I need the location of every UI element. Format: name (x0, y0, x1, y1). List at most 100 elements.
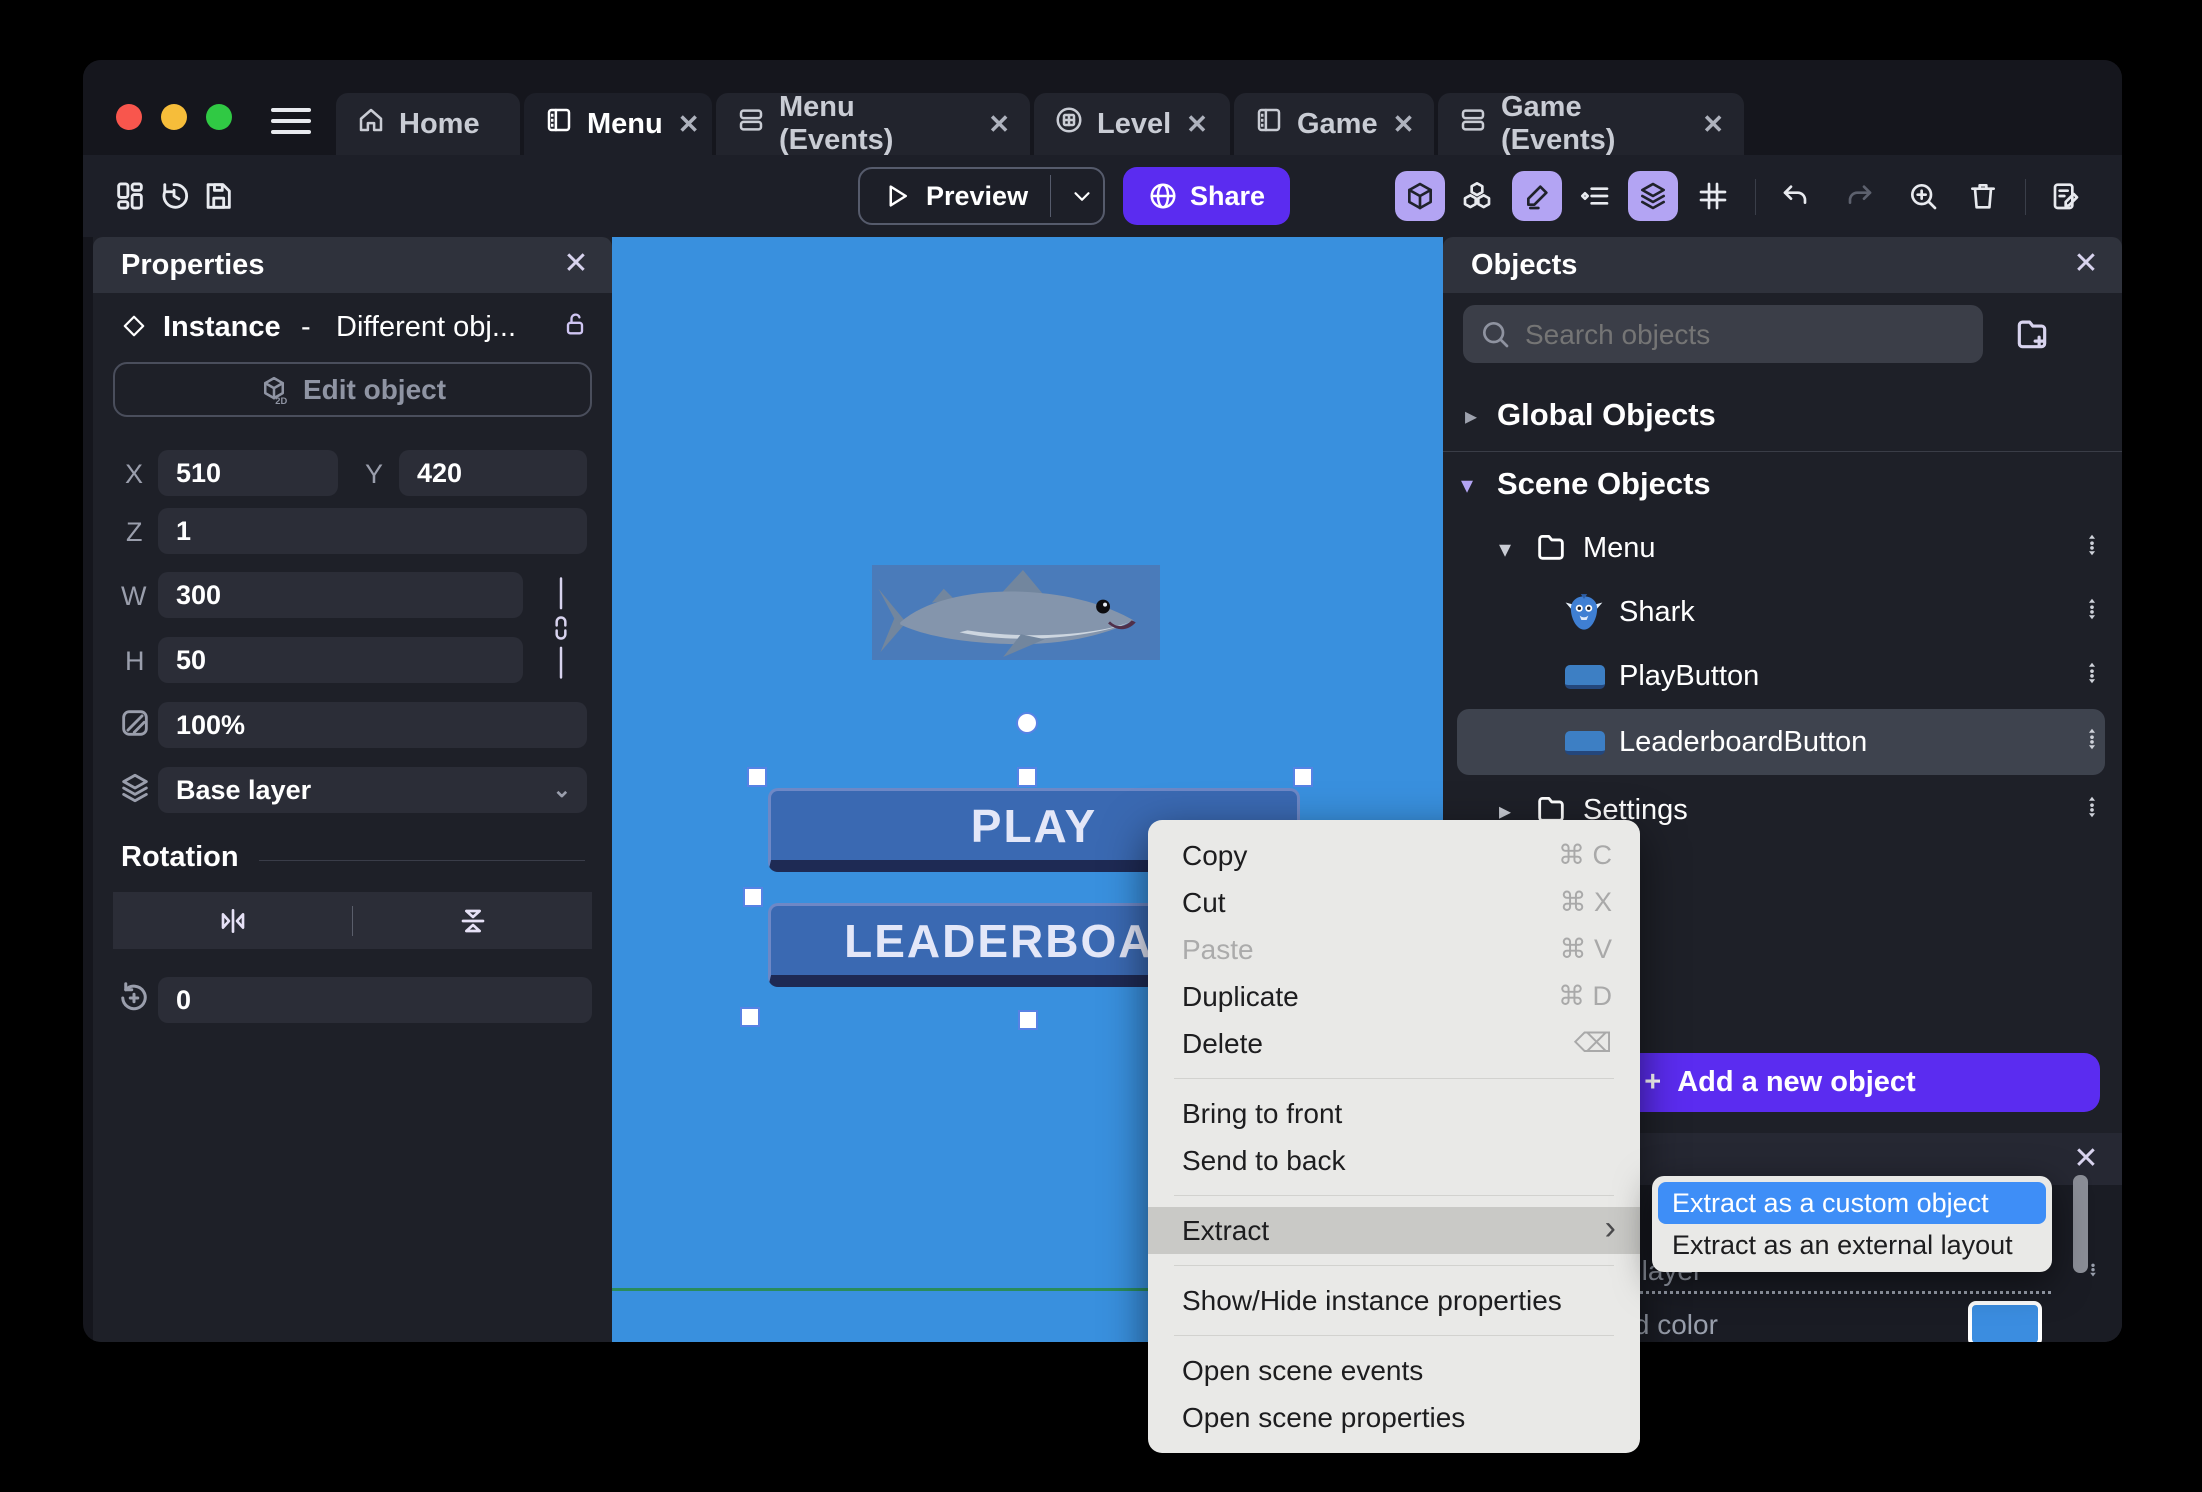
instance-list-icon[interactable] (1570, 171, 1620, 221)
menu-item-open-scene-properties[interactable]: Open scene properties (1148, 1394, 1640, 1441)
grid-icon[interactable] (1688, 171, 1738, 221)
tab-close-icon[interactable]: ✕ (678, 109, 700, 140)
main-menu-icon[interactable] (271, 108, 311, 134)
properties-title: Properties (121, 249, 265, 281)
rotation-input[interactable] (158, 977, 592, 1023)
maximize-window-button[interactable] (206, 104, 232, 130)
tab-close-icon[interactable]: ✕ (1186, 109, 1208, 140)
redo-icon[interactable] (1835, 171, 1885, 221)
history-icon[interactable] (155, 177, 193, 215)
w-label: W (121, 581, 147, 611)
rotation-handle[interactable] (1018, 714, 1036, 732)
tab-close-icon[interactable]: ✕ (1393, 109, 1415, 140)
global-objects-label[interactable]: Global Objects (1497, 397, 1716, 433)
chevron-down-icon[interactable] (1060, 183, 1104, 209)
kebab-menu-icon[interactable] (2079, 532, 2105, 558)
background-color-swatch[interactable] (1968, 1301, 2042, 1342)
edit-object-button[interactable]: 2D Edit object (113, 362, 592, 417)
tab-close-icon[interactable]: ✕ (988, 109, 1010, 140)
home-icon (356, 105, 386, 143)
menu-item-cut[interactable]: Cut ⌘ X (1148, 879, 1640, 926)
menu-item-show-hide-instance-properties[interactable]: Show/Hide instance properties (1148, 1277, 1640, 1324)
menu-item-duplicate[interactable]: Duplicate ⌘ D (1148, 973, 1640, 1020)
close-icon[interactable]: ✕ (2070, 248, 2102, 280)
tab-menu[interactable]: Menu ✕ (524, 93, 712, 155)
kebab-menu-icon[interactable] (2079, 596, 2105, 622)
tab-game[interactable]: Game ✕ (1234, 93, 1434, 155)
layer-select[interactable]: Base layer ⌄ (158, 767, 587, 813)
properties-panel: Properties ✕ Instance - Different obj...… (93, 237, 612, 1342)
menu-item-open-scene-events[interactable]: Open scene events (1148, 1347, 1640, 1394)
search-icon (1479, 318, 1511, 355)
selection-handle[interactable] (1019, 769, 1035, 785)
menu-item-bring-to-front[interactable]: Bring to front (1148, 1090, 1640, 1137)
close-icon[interactable]: ✕ (560, 248, 592, 280)
tab-close-icon[interactable]: ✕ (1702, 109, 1724, 140)
menu-item-send-to-back[interactable]: Send to back (1148, 1137, 1640, 1184)
selection-handle[interactable] (742, 1009, 758, 1025)
flip-vertical-icon[interactable] (353, 905, 592, 937)
minimize-window-button[interactable] (161, 104, 187, 130)
z-input[interactable] (158, 508, 587, 554)
unlock-icon[interactable] (560, 309, 590, 339)
kebab-menu-icon[interactable] (2079, 794, 2105, 820)
folder-icon (1533, 529, 1569, 565)
tree-item-menu[interactable]: Menu (1583, 532, 1656, 565)
menu-item-extract[interactable]: Extract › (1148, 1207, 1640, 1254)
flip-horizontal-icon[interactable] (113, 905, 352, 937)
scene-objects-label[interactable]: Scene Objects (1497, 466, 1711, 502)
tab-level[interactable]: Level ✕ (1034, 93, 1230, 155)
undo-icon[interactable] (1770, 171, 1820, 221)
trash-icon[interactable] (1958, 171, 2008, 221)
scrollbar-thumb[interactable] (2073, 1175, 2088, 1273)
edit-pencil-icon[interactable] (1512, 171, 1562, 221)
zoom-in-icon[interactable] (1898, 171, 1948, 221)
selection-handle[interactable] (1020, 1012, 1036, 1028)
menu-item-delete[interactable]: Delete ⌫ (1148, 1020, 1640, 1067)
chevron-down-icon[interactable]: ▾ (1461, 471, 1473, 500)
layers-icon[interactable] (1628, 171, 1678, 221)
divider (259, 860, 585, 861)
shark-sprite[interactable] (872, 565, 1160, 660)
search-input[interactable] (1523, 305, 1967, 365)
add-folder-icon[interactable] (2013, 315, 2051, 358)
link-dimensions-icon[interactable] (541, 572, 581, 683)
selection-handle[interactable] (1295, 769, 1311, 785)
notes-icon[interactable] (2040, 171, 2090, 221)
menu-item-copy[interactable]: Copy ⌘ C (1148, 832, 1640, 879)
close-icon[interactable]: ✕ (2070, 1143, 2102, 1175)
submenu-item-extract-custom-object[interactable]: Extract as a custom object (1658, 1182, 2046, 1224)
y-input[interactable] (399, 450, 587, 496)
z-label: Z (126, 517, 143, 547)
x-input[interactable] (158, 450, 338, 496)
kebab-menu-icon[interactable] (2079, 726, 2105, 752)
selection-handle[interactable] (749, 769, 765, 785)
save-icon[interactable] (199, 177, 237, 215)
tree-item-playbutton[interactable]: PlayButton (1619, 660, 1759, 693)
submenu-item-extract-external-layout[interactable]: Extract as an external layout (1658, 1224, 2046, 1266)
share-button[interactable]: Share (1123, 167, 1290, 225)
kebab-menu-icon[interactable] (2079, 660, 2105, 686)
preview-button[interactable]: Preview (858, 167, 1105, 225)
objects-cubes-icon[interactable] (1452, 171, 1502, 221)
close-window-button[interactable] (116, 104, 142, 130)
opacity-input[interactable] (158, 702, 587, 748)
tab-menu-events[interactable]: Menu (Events) ✕ (716, 91, 1030, 156)
instance-label: Instance (163, 311, 281, 343)
tab-home[interactable]: Home (336, 93, 520, 155)
opacity-icon (117, 705, 153, 741)
cube-3d-icon[interactable] (1395, 171, 1445, 221)
selection-handle[interactable] (745, 889, 761, 905)
tree-item-leaderboardbutton[interactable]: LeaderboardButton (1619, 726, 1867, 759)
w-input[interactable] (158, 572, 523, 618)
play-icon (882, 181, 912, 211)
layout-icon[interactable] (111, 177, 149, 215)
rotation-section-title: Rotation (121, 841, 239, 873)
menu-item-paste[interactable]: Paste ⌘ V (1148, 926, 1640, 973)
chevron-down-icon[interactable]: ▾ (1499, 535, 1511, 564)
chevron-right-icon[interactable]: ▸ (1465, 402, 1477, 431)
tab-game-events[interactable]: Game (Events) ✕ (1438, 91, 1744, 156)
h-input[interactable] (158, 637, 523, 683)
tree-item-shark[interactable]: Shark (1619, 596, 1695, 629)
shortcut: ⌘ V (1559, 934, 1612, 964)
